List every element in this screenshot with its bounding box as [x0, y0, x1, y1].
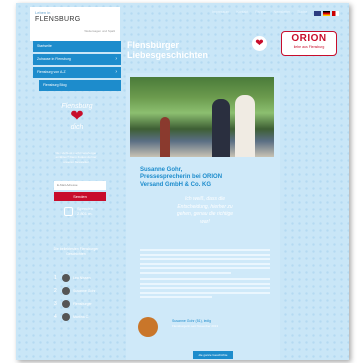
author-avatar: [138, 317, 158, 337]
logo-sub-text: Weitersagen und Spaß: [84, 29, 115, 33]
text-line: [140, 253, 270, 256]
flag-en-icon[interactable]: [314, 11, 321, 16]
avatar: [62, 273, 70, 282]
avatar: [62, 312, 70, 321]
heart-icon: ❤: [70, 108, 84, 125]
sidebar-item-label: Flensburg von A-Z: [37, 70, 66, 74]
rank-name: Lea Nissen: [73, 275, 91, 280]
text-line: [140, 267, 270, 270]
sidebar-subitem-blog[interactable]: Flensburg Blog: [39, 80, 121, 91]
avatar: [62, 286, 70, 295]
story-name-line: Pressesprecherin bei ORION: [140, 174, 223, 181]
flensburg-liebt-dich-logo: Flensburg ❤ dich: [54, 103, 100, 131]
rank-name: Flensburger: [73, 301, 92, 306]
photo-figure: [160, 117, 170, 157]
sidebar-item-label: Zuhause in Flensburg: [37, 57, 71, 61]
orion-brand: ORION: [291, 33, 327, 44]
story-name-line: Versand GmbH & Co. KG: [140, 181, 212, 188]
top-nav-kontakt[interactable]: Kontakt: [236, 10, 248, 14]
sidebar-item-a-z[interactable]: Flensburg von A-Z ›: [33, 67, 121, 78]
flag-de-icon[interactable]: [323, 11, 330, 16]
text-line: [140, 291, 270, 294]
photo-figure: [212, 99, 230, 157]
side-logo-word2: dich: [70, 124, 84, 131]
text-line: [140, 277, 270, 280]
avatar: [62, 299, 70, 308]
sidebar-nav: Startseite Zuhause in Flensburg › Flensb…: [33, 41, 121, 91]
list-item[interactable]: 2 Susanne Gohr: [54, 284, 110, 297]
orion-tagline: liebe aus Flensburg: [293, 45, 325, 49]
ranking-heading: Die beliebtesten Flensburger Geschichten: [53, 247, 99, 256]
text-line: [140, 287, 270, 290]
donation-icon: [64, 206, 73, 216]
donation-amount: 2.801 m.: [77, 211, 93, 216]
quote-line: war!: [200, 218, 210, 225]
orion-logo[interactable]: ORION liebe aus Flensburg: [281, 31, 337, 56]
text-line: [140, 282, 270, 285]
read-more-button[interactable]: die ganze Geschichte: [193, 351, 233, 359]
quote-line: gehen, genau die richtige: [176, 211, 234, 217]
top-nav-suche[interactable]: Suche: [297, 10, 307, 14]
rank-name: Martina C.: [73, 314, 90, 319]
rank-number: 3: [54, 300, 57, 307]
author-name: Susanne Gohr (51), ledig: [172, 319, 212, 323]
text-line: [140, 249, 270, 251]
photo-figure: [235, 95, 255, 157]
text-line: [140, 271, 231, 274]
rank-number: 1: [54, 274, 57, 281]
sidebar-item-label: Startseite: [37, 44, 52, 48]
logo-small-text: Leben in: [35, 10, 51, 15]
story-quote: Ich weiß, dass die Entscheidung, hierher…: [150, 196, 260, 226]
page-title-line1: Flensbürger: [127, 40, 180, 50]
newsletter-text: Du möchtest noch Flensburger erzählen? D…: [55, 151, 97, 164]
rank-number: 4: [54, 313, 57, 320]
story-person-title: Susanne Gohr, Pressesprecherin bei ORION…: [140, 167, 270, 189]
top-nav-partner[interactable]: Partner: [255, 10, 266, 14]
language-switcher: [314, 11, 339, 16]
chevron-right-icon: ›: [115, 69, 117, 75]
list-item[interactable]: 3 Flensburger: [54, 297, 110, 310]
newsletter-email-input[interactable]: E-Mail-Adresse: [54, 181, 106, 190]
sidebar-item-zuhause[interactable]: Zuhause in Flensburg ›: [33, 54, 121, 65]
sidebar-item-startseite[interactable]: Startseite: [33, 41, 121, 52]
text-line: [140, 258, 270, 261]
heart-badge-icon: ❤: [252, 36, 267, 51]
story-card: Susanne Gohr, Pressesprecherin bei ORION…: [126, 73, 280, 360]
top-nav: Impressum Kontakt Partner Newsletter Suc…: [212, 10, 307, 14]
page-title: Flensbürger Liebesgeschichten: [127, 40, 208, 60]
flag-other-icon[interactable]: [332, 11, 339, 16]
page-frame: Leben in FLENSBURG Weitersagen und Spaß …: [16, 3, 349, 360]
page-title-line2: Liebesgeschichten: [127, 50, 209, 60]
story-name-line: Susanne Gohr,: [140, 167, 183, 173]
author-date: Flensburgerin seit November 2013: [172, 324, 219, 328]
rank-name: Susanne Gohr: [73, 288, 96, 293]
chevron-right-icon: ›: [115, 56, 117, 62]
top-nav-impressum[interactable]: Impressum: [212, 10, 229, 14]
logo-main-text: FLENSBURG: [35, 16, 81, 23]
site-logo[interactable]: Leben in FLENSBURG Weitersagen und Spaß: [30, 7, 120, 41]
text-line: [140, 262, 270, 265]
quote-line: Ich weiß, dass die: [184, 196, 226, 202]
donation-counter[interactable]: Spenden 2.801 m.: [64, 206, 93, 216]
top-nav-newsletter[interactable]: Newsletter: [274, 10, 291, 14]
text-line: [140, 296, 212, 299]
list-item[interactable]: 4 Martina C.: [54, 310, 110, 323]
list-item[interactable]: 1 Lea Nissen: [54, 271, 110, 284]
newsletter-submit-button[interactable]: Senden: [54, 192, 106, 201]
story-photo: [130, 77, 274, 157]
rank-number: 2: [54, 287, 57, 294]
quote-line: Entscheidung, hierher zu: [177, 203, 233, 210]
story-body-text: [140, 249, 270, 301]
ranking-list: 1 Lea Nissen 2 Susanne Gohr 3 Flensburge…: [54, 271, 110, 323]
